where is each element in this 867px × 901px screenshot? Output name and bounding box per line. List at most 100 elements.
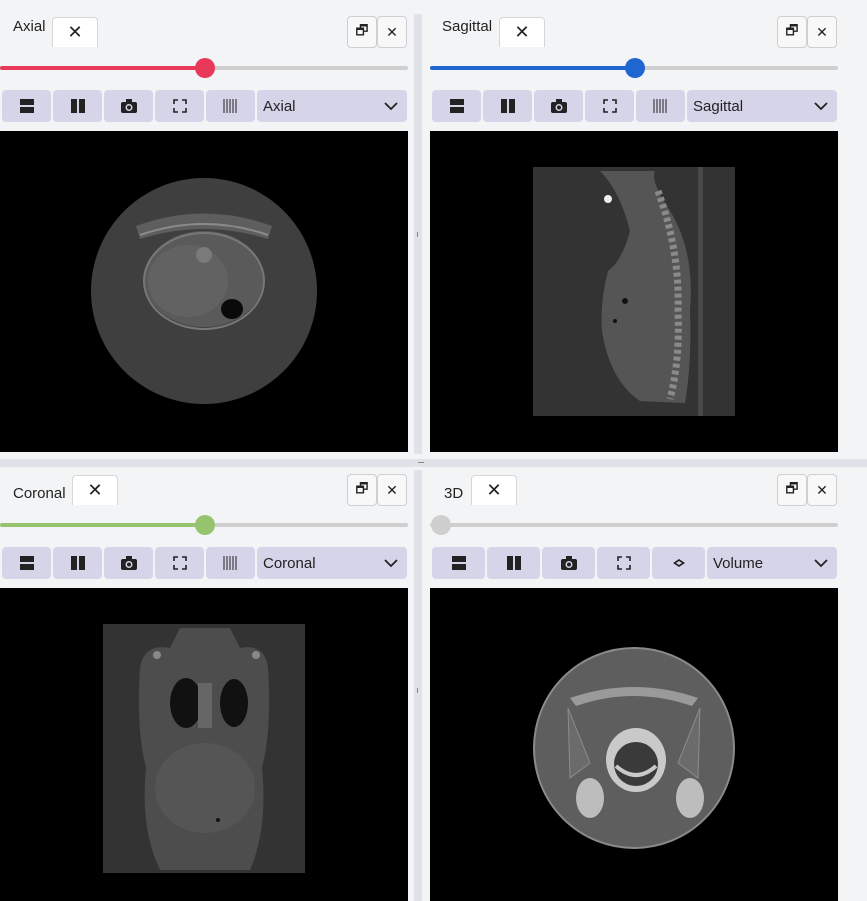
sagittal-slices-button[interactable] <box>636 90 685 122</box>
sagittal-view-select-value: Sagittal <box>693 97 744 115</box>
axial-tab-label[interactable]: Axial <box>13 18 46 35</box>
coronal-panel: Coronal ✕ 🗗 ✕ Coronal <box>0 468 410 901</box>
rows-layout-icon <box>19 99 34 113</box>
close-icon: ✕ <box>87 480 103 500</box>
three-d-viewport[interactable] <box>430 588 838 901</box>
three-d-layout-rows-button[interactable] <box>432 547 485 579</box>
camera-icon <box>120 99 137 113</box>
slices-icon <box>223 556 236 570</box>
axial-ct-image <box>91 178 317 404</box>
axial-slices-button[interactable] <box>206 90 255 122</box>
close-icon: ✕ <box>386 23 398 40</box>
axial-tab-bar: Axial ✕ 🗗 ✕ <box>0 0 410 48</box>
splitter-grip <box>417 688 418 693</box>
sagittal-slider-fill <box>430 66 635 70</box>
sagittal-slice-slider[interactable] <box>430 58 838 78</box>
sagittal-close-button[interactable]: ✕ <box>807 16 837 48</box>
columns-layout-icon <box>70 556 85 570</box>
axial-close-button[interactable]: ✕ <box>377 16 407 48</box>
close-icon: ✕ <box>67 22 83 42</box>
coronal-slices-button[interactable] <box>206 547 255 579</box>
fullscreen-icon <box>172 556 187 570</box>
sagittal-restore-button[interactable]: 🗗 <box>777 16 807 48</box>
coronal-fullscreen-button[interactable] <box>155 547 204 579</box>
sagittal-tab-close-button[interactable]: ✕ <box>499 17 545 47</box>
coronal-layout-rows-button[interactable] <box>2 547 51 579</box>
sagittal-slider-thumb[interactable] <box>625 58 645 78</box>
restore-window-icon: 🗗 <box>355 480 369 496</box>
splitter-grip <box>417 232 418 237</box>
axial-slider-thumb[interactable] <box>195 58 215 78</box>
three-d-view-button[interactable] <box>652 547 705 579</box>
coronal-viewport[interactable] <box>0 588 408 901</box>
axial-fullscreen-button[interactable] <box>155 90 204 122</box>
coronal-tab-close-button[interactable]: ✕ <box>72 475 118 505</box>
columns-layout-icon <box>506 556 521 570</box>
axial-view-select[interactable]: Axial <box>257 90 407 122</box>
sagittal-layout-columns-button[interactable] <box>483 90 532 122</box>
axial-view-select-value: Axial <box>263 97 296 115</box>
coronal-close-button[interactable]: ✕ <box>377 474 407 506</box>
axial-tab-close-button[interactable]: ✕ <box>52 17 98 47</box>
close-icon: ✕ <box>514 22 530 42</box>
axial-slice-slider[interactable] <box>0 58 408 78</box>
camera-icon <box>120 556 137 570</box>
columns-layout-icon <box>500 99 515 113</box>
sagittal-screenshot-button[interactable] <box>534 90 583 122</box>
rows-layout-icon <box>19 556 34 570</box>
axial-layout-rows-button[interactable] <box>2 90 51 122</box>
three-d-fullscreen-button[interactable] <box>597 547 650 579</box>
coronal-layout-columns-button[interactable] <box>53 547 102 579</box>
axial-viewport[interactable] <box>0 131 408 452</box>
three-d-slider[interactable] <box>430 515 838 535</box>
rows-layout-icon <box>451 556 466 570</box>
three-d-close-button[interactable]: ✕ <box>807 474 837 506</box>
sagittal-panel: Sagittal ✕ 🗗 ✕ Sagittal <box>430 0 840 455</box>
axial-screenshot-button[interactable] <box>104 90 153 122</box>
fullscreen-icon <box>602 99 617 113</box>
close-icon: ✕ <box>816 23 828 40</box>
camera-icon <box>560 556 577 570</box>
restore-window-icon: 🗗 <box>355 22 369 38</box>
sagittal-fullscreen-button[interactable] <box>585 90 634 122</box>
three-d-tab-bar: 3D ✕ 🗗 ✕ <box>430 468 840 516</box>
axial-restore-button[interactable]: 🗗 <box>347 16 377 48</box>
three-d-slider-thumb[interactable] <box>431 515 451 535</box>
rows-layout-icon <box>449 99 464 113</box>
camera-icon <box>550 99 567 113</box>
sagittal-viewport[interactable] <box>430 131 838 452</box>
coronal-slider-thumb[interactable] <box>195 515 215 535</box>
three-d-screenshot-button[interactable] <box>542 547 595 579</box>
close-icon: ✕ <box>816 481 828 498</box>
axial-layout-columns-button[interactable] <box>53 90 102 122</box>
splitter-grip <box>418 462 424 463</box>
three-d-layout-columns-button[interactable] <box>487 547 540 579</box>
sagittal-view-select[interactable]: Sagittal <box>687 90 837 122</box>
chevron-down-icon <box>384 102 398 111</box>
coronal-tab-label[interactable]: Coronal <box>13 485 66 502</box>
coronal-view-select[interactable]: Coronal <box>257 547 407 579</box>
close-icon: ✕ <box>486 480 502 500</box>
fullscreen-icon <box>172 99 187 113</box>
coronal-screenshot-button[interactable] <box>104 547 153 579</box>
coronal-view-select-value: Coronal <box>263 554 316 572</box>
three-d-render-select[interactable]: Volume <box>707 547 837 579</box>
sagittal-layout-rows-button[interactable] <box>432 90 481 122</box>
chevron-down-icon <box>384 559 398 568</box>
sagittal-tab-label[interactable]: Sagittal <box>442 18 492 35</box>
coronal-slice-slider[interactable] <box>0 515 408 535</box>
three-d-tab-close-button[interactable]: ✕ <box>471 475 517 505</box>
slices-icon <box>653 99 666 113</box>
chevron-down-icon <box>814 559 828 568</box>
three-d-volume-render <box>533 647 735 849</box>
chevron-down-icon <box>814 102 828 111</box>
horizontal-splitter[interactable] <box>0 459 867 467</box>
restore-window-icon: 🗗 <box>785 480 799 496</box>
coronal-restore-button[interactable]: 🗗 <box>347 474 377 506</box>
vertical-splitter-bottom[interactable] <box>414 470 422 901</box>
three-d-tab-label[interactable]: 3D <box>444 485 463 502</box>
sagittal-toolbar: Sagittal <box>432 90 837 122</box>
vertical-splitter-top[interactable] <box>414 14 422 454</box>
three-d-restore-button[interactable]: 🗗 <box>777 474 807 506</box>
three-d-render-select-value: Volume <box>713 554 764 572</box>
